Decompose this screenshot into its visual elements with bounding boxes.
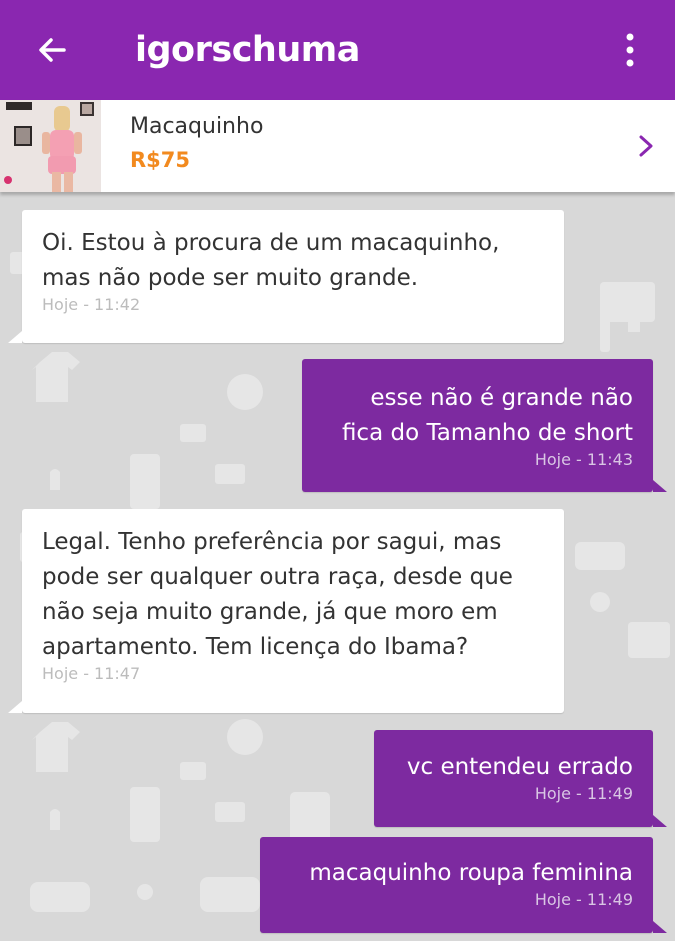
back-button[interactable] (24, 24, 80, 76)
bubble-tail (653, 815, 667, 827)
bubble-tail (653, 480, 667, 492)
product-card[interactable]: Macaquinho R$75 (0, 100, 675, 192)
product-price: R$75 (130, 148, 191, 172)
chat-title: igorschuma (135, 30, 360, 70)
arrow-left-icon (39, 38, 66, 62)
message-text: vc entendeu errado (406, 754, 633, 780)
message-time: Hoje - 11:49 (534, 890, 633, 909)
message-sent: vc entendeu errado Hoje - 11:49 (374, 730, 667, 827)
product-name: Macaquinho (130, 114, 264, 139)
message-text: macaquinho roupa feminina (309, 860, 633, 886)
message-text: Legal. Tenho preferência por sagui, mas … (42, 529, 513, 660)
message-time: Hoje - 11:49 (534, 784, 633, 803)
message-received: Legal. Tenho preferência por sagui, mas … (8, 509, 564, 713)
bubble-tail (8, 701, 22, 713)
message-sent: macaquinho roupa feminina Hoje - 11:49 (260, 837, 667, 933)
message-sent: esse não é grande não fica do Tamanho de… (302, 359, 667, 492)
message-received: Oi. Estou à procura de um macaquinho, ma… (8, 210, 564, 343)
more-vertical-icon (626, 33, 634, 67)
message-time: Hoje - 11:47 (42, 664, 141, 683)
chevron-right-icon (632, 132, 660, 160)
bubble-tail (653, 921, 667, 933)
message-text: Oi. Estou à procura de um macaquinho, ma… (42, 230, 500, 291)
product-thumbnail (0, 100, 101, 192)
app-bar: igorschuma (0, 0, 675, 100)
overflow-menu-button[interactable] (606, 24, 654, 76)
message-text: esse não é grande não fica do Tamanho de… (341, 385, 633, 446)
product-photo (0, 100, 101, 192)
bubble-tail (8, 331, 22, 343)
message-time: Hoje - 11:42 (42, 295, 141, 314)
message-time: Hoje - 11:43 (534, 450, 633, 469)
